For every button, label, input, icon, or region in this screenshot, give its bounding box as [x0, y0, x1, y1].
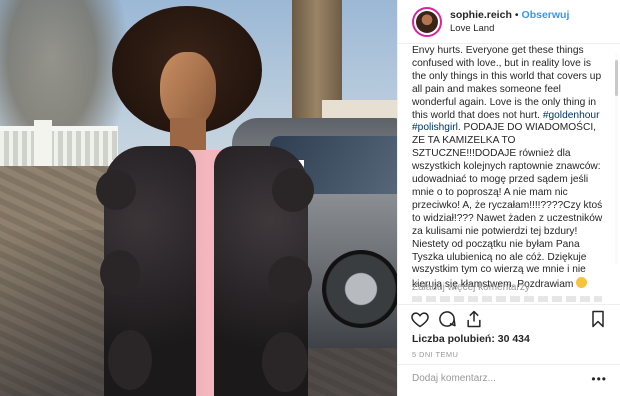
- photo-fur-tuft: [262, 332, 308, 392]
- bookmark-icon[interactable]: [588, 309, 608, 329]
- scrollbar-thumb[interactable]: [615, 60, 618, 96]
- like-count[interactable]: Liczba polubień: 30 434: [412, 333, 530, 345]
- comment-bar: •••: [398, 364, 620, 396]
- photo-fence-pillar: [34, 120, 52, 172]
- photo-fur-tuft: [268, 256, 312, 302]
- photo-fur-tuft: [96, 170, 136, 210]
- follow-button[interactable]: Obserwuj: [522, 9, 570, 21]
- post-header-top-line: sophie.reich • Obserwuj: [450, 8, 569, 22]
- post-header: sophie.reich • Obserwuj Love Land: [398, 0, 620, 44]
- photo-fur-tuft: [100, 250, 140, 296]
- comment-input[interactable]: [412, 373, 582, 384]
- post-caption: Envy hurts. Everyone get these things co…: [412, 45, 607, 292]
- avatar-photo: [416, 10, 438, 33]
- load-more-comments-link[interactable]: Załaduj więcej komentarzy: [412, 282, 530, 293]
- smiling-face-icon: [576, 277, 588, 289]
- hashtag-link[interactable]: #goldenhour: [543, 110, 600, 121]
- photo-fur-tuft: [272, 168, 314, 212]
- avatar[interactable]: [412, 6, 442, 37]
- post-timestamp[interactable]: 5 DNI TEMU: [412, 350, 458, 359]
- action-bar: [398, 304, 620, 330]
- photo-fur-tuft: [108, 330, 152, 390]
- photo-fence: [0, 126, 118, 170]
- truncated-comment-line: [412, 296, 602, 302]
- comments-scroll-area[interactable]: Envy hurts. Everyone get these things co…: [398, 45, 620, 295]
- more-options-icon[interactable]: •••: [591, 372, 607, 386]
- post-sidebar: sophie.reich • Obserwuj Love Land Envy hur…: [397, 0, 620, 396]
- caption-text-part-2: . PODAJE DO WIADOMOŚCI, ZE TA KAMIZELKA …: [412, 122, 603, 291]
- heart-icon[interactable]: [410, 309, 430, 329]
- header-separator: •: [514, 8, 519, 21]
- location-link[interactable]: Love Land: [450, 22, 569, 36]
- instagram-post-modal: sophie.reich • Obserwuj Love Land Envy hur…: [0, 0, 620, 396]
- post-photo[interactable]: [0, 0, 397, 396]
- speech-bubble-icon[interactable]: [437, 309, 457, 329]
- hashtag-link[interactable]: #polishgirl: [412, 122, 458, 133]
- post-header-text: sophie.reich • Obserwuj Love Land: [450, 8, 569, 36]
- share-icon[interactable]: [464, 309, 484, 329]
- username-link[interactable]: sophie.reich: [450, 9, 512, 21]
- photo-car-wheel: [322, 250, 397, 328]
- photo-person-face: [160, 52, 216, 128]
